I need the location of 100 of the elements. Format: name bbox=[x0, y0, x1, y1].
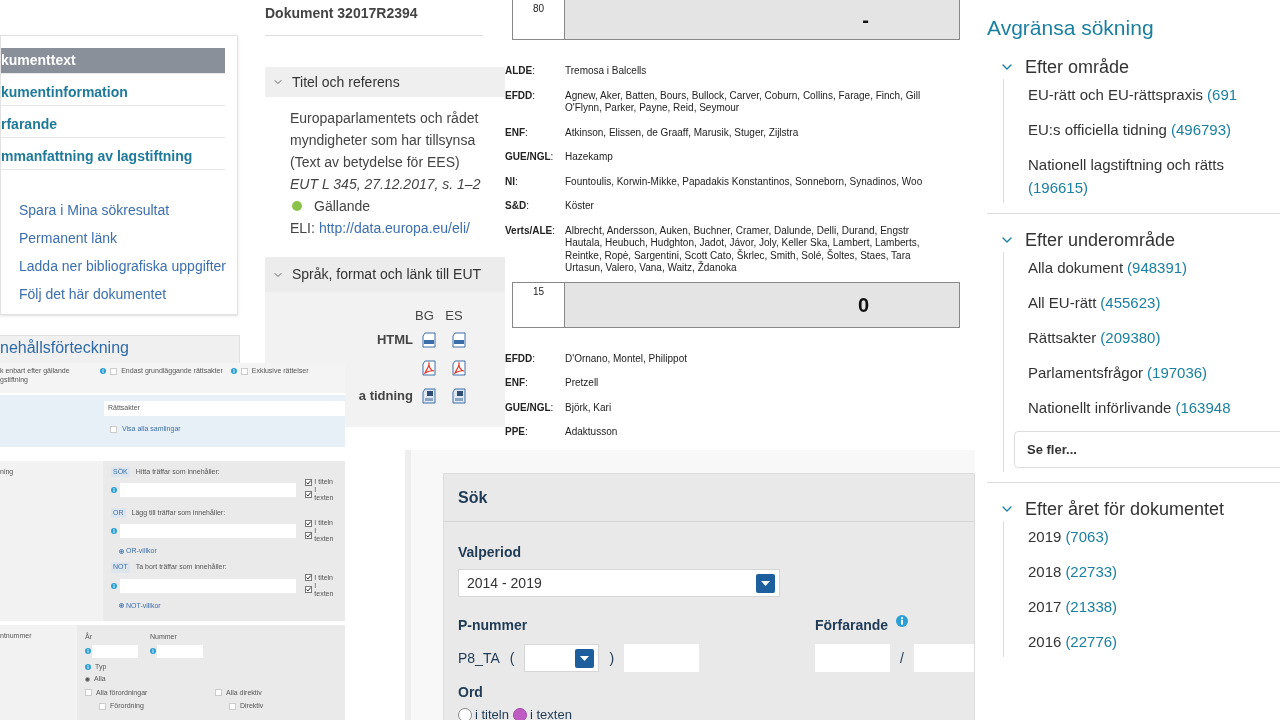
vote-result: 0 bbox=[857, 292, 869, 318]
checkbox[interactable] bbox=[305, 586, 313, 593]
status-label: Gällande bbox=[314, 197, 371, 216]
eli-link[interactable]: http://data.europa.eu/eli/ bbox=[318, 217, 470, 239]
group-name: GUE/NGL: bbox=[505, 401, 555, 414]
title-text: Europaparlamentets och rådet bbox=[290, 109, 480, 128]
info-icon bbox=[85, 663, 91, 670]
type-select[interactable] bbox=[524, 644, 600, 672]
checkbox[interactable] bbox=[305, 574, 313, 581]
facet-item[interactable]: Alla dokument (948391) bbox=[1028, 256, 1280, 279]
nav-item[interactable]: mmanfattning av lagstiftning bbox=[1, 144, 225, 170]
group-name: PPE: bbox=[505, 426, 529, 439]
checkbox[interactable] bbox=[305, 531, 313, 539]
vote-result: - bbox=[862, 7, 869, 33]
radio-label: i texten bbox=[529, 706, 572, 720]
nav-item[interactable]: kumentinformation bbox=[1, 80, 225, 106]
language-code: BG bbox=[415, 307, 433, 325]
facet-item[interactable]: 2017 (21338) bbox=[1028, 595, 1280, 618]
facet-item[interactable]: Nationellt införlivande (163948 bbox=[1028, 396, 1280, 419]
document-title: Dokument 32017R2394 bbox=[265, 5, 418, 21]
section-header[interactable]: Titel och referens bbox=[265, 67, 505, 97]
citation-text: EUT L 345, 27.12.2017, s. 1–2 bbox=[290, 175, 482, 194]
radio-button[interactable] bbox=[458, 707, 472, 720]
facet-item[interactable]: All EU-rätt (455623) bbox=[1028, 291, 1280, 314]
section-header[interactable]: Språk, format och länk till EUT bbox=[265, 257, 505, 292]
procedure-input[interactable] bbox=[913, 644, 974, 672]
facet-item[interactable]: Rättsakter (209380) bbox=[1028, 326, 1280, 349]
group-name: ENF: bbox=[505, 377, 529, 390]
member-names: O'Flynn, Parker, Payne, Reid, Seymour bbox=[565, 102, 741, 115]
facet-item[interactable]: EU-rätt och EU-rättspraxis (691 bbox=[1028, 83, 1280, 106]
facet-heading: Efter året för dokumentet bbox=[1025, 497, 1225, 521]
action-link[interactable]: Permanent länk bbox=[19, 228, 225, 248]
number-input[interactable] bbox=[157, 644, 203, 658]
bracket-text: ) bbox=[609, 648, 615, 668]
facet-item[interactable]: 2016 (22776) bbox=[1028, 630, 1280, 653]
member-names: Urtasun, Valero, Vana, Waitz, Ždanoka bbox=[565, 262, 738, 275]
printed-document-icon[interactable] bbox=[421, 387, 437, 404]
member-names: Hazekamp bbox=[565, 151, 613, 164]
field-label: Förfarande bbox=[815, 616, 889, 635]
member-names: Tremosa i Balcells bbox=[565, 65, 647, 78]
facet-heading: Efter underområde bbox=[1025, 228, 1176, 252]
member-names: Pretzell bbox=[565, 377, 599, 390]
info-icon bbox=[111, 582, 117, 589]
facet-item[interactable]: 2019 (7063) bbox=[1028, 525, 1280, 548]
year-input[interactable] bbox=[92, 644, 138, 658]
action-link[interactable]: Spara i Mina sökresultat bbox=[19, 200, 225, 220]
eli-label: ELI: bbox=[290, 219, 315, 238]
group-name: NI: bbox=[505, 175, 519, 188]
member-names: Albrecht, Andersson, Auken, Buchner, Cramer, Dalunde, Delli, Durand, Engstr bbox=[565, 224, 911, 237]
vote-count: 15 bbox=[532, 284, 545, 299]
group-name: ALDE: bbox=[505, 65, 536, 78]
show-more-button[interactable]: Se fler... bbox=[1014, 431, 1280, 468]
info-icon bbox=[85, 648, 91, 654]
group-name: Verts/ALE: bbox=[505, 224, 557, 238]
member-names: Björk, Kari bbox=[565, 401, 612, 414]
action-link[interactable]: Ladda ner bibliografiska uppgifter bbox=[19, 256, 225, 276]
separator-text: / bbox=[900, 648, 904, 668]
radio-button[interactable] bbox=[85, 676, 90, 682]
toc-heading[interactable]: nehållsförteckning bbox=[0, 336, 129, 360]
info-icon bbox=[111, 528, 117, 534]
bracket-text: ( bbox=[509, 648, 515, 668]
facet-item[interactable]: Parlamentsfrågor (197036) bbox=[1028, 361, 1280, 384]
document-icon[interactable] bbox=[421, 331, 437, 348]
nav-item[interactable]: rfarande bbox=[1, 112, 225, 138]
member-names: Agnew, Aker, Batten, Bours, Bullock, Carver, Coburn, Collins, Farage, Finch, Gill bbox=[565, 89, 921, 102]
plus-circle-icon bbox=[119, 548, 124, 554]
member-names: Fountoulis, Korwin-Mikke, Papadakis Konstantinos, Sonneborn, Synadinos, Woo bbox=[565, 175, 923, 188]
member-names: Hautala, Heubuch, Hudghton, Jadot, Jávor, Joly, Keller Ska, Lambert, Lamberts, bbox=[565, 237, 920, 249]
group-name: EFDD: bbox=[505, 352, 536, 365]
pdf-document-icon[interactable] bbox=[421, 359, 437, 376]
group-name: EFDD: bbox=[505, 89, 536, 103]
field-label: Valperiod bbox=[458, 543, 523, 562]
info-icon bbox=[150, 648, 156, 654]
format-label: a tidning bbox=[358, 386, 413, 405]
group-name: S&D: bbox=[505, 200, 530, 213]
printed-document-icon[interactable] bbox=[451, 387, 467, 404]
member-names: Reintke, Ropė, Sargentini, Scott Cato, Škrlec, Smith, Solé, Šoltes, Staes, Tara bbox=[565, 249, 912, 261]
info-icon bbox=[230, 368, 237, 375]
facet-item[interactable]: 2018 (22733) bbox=[1028, 560, 1280, 583]
refine-title: Avgränsa sökning bbox=[987, 15, 1155, 41]
member-names: Adaktusson bbox=[565, 426, 618, 439]
group-name: GUE/NGL: bbox=[505, 151, 555, 164]
facet-item[interactable]: EU:s officiella tidning (496793) bbox=[1028, 118, 1280, 141]
pdf-document-icon[interactable] bbox=[451, 359, 467, 376]
term-select[interactable]: 2014 - 2019 bbox=[458, 569, 780, 597]
vote-count: 80 bbox=[532, 2, 545, 16]
prefix-text: P8_TA bbox=[458, 648, 500, 668]
checkbox[interactable] bbox=[305, 519, 313, 527]
facet-item[interactable]: Nationell lagstiftning och rätts (196615) bbox=[1028, 153, 1280, 199]
facet-heading: Efter område bbox=[1025, 55, 1130, 79]
action-link[interactable]: Följ det här dokumentet bbox=[19, 284, 225, 304]
checkbox[interactable] bbox=[305, 490, 313, 498]
radio-button[interactable] bbox=[512, 707, 527, 720]
member-names: Köster bbox=[565, 200, 594, 213]
info-icon bbox=[100, 368, 107, 375]
checkbox[interactable] bbox=[305, 478, 313, 486]
plus-circle-icon bbox=[119, 603, 124, 609]
info-icon bbox=[111, 487, 117, 493]
document-icon[interactable] bbox=[451, 331, 467, 348]
group-name: ENF: bbox=[505, 126, 529, 139]
